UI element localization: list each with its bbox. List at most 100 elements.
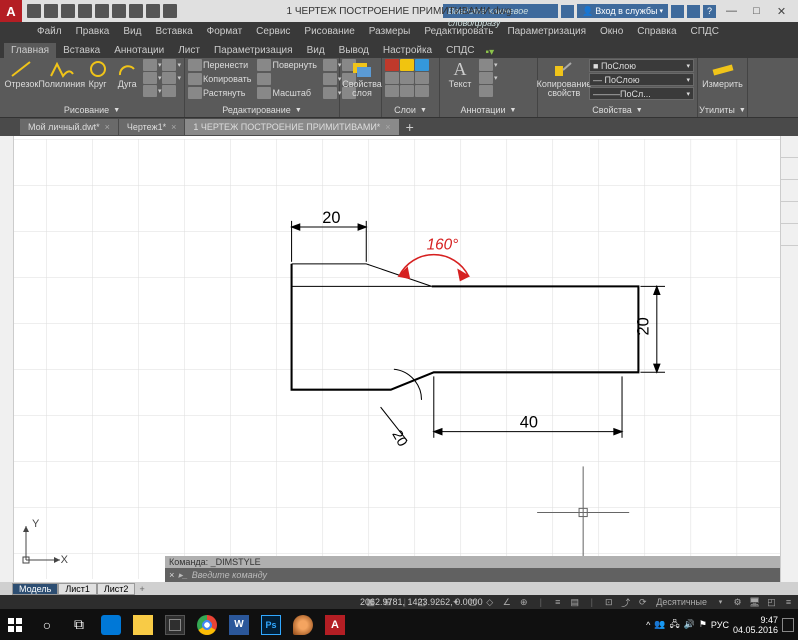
status-sc-icon[interactable]: ⤴ xyxy=(620,597,631,608)
tray-net-icon[interactable]: 🖧 xyxy=(670,617,680,633)
tb-store[interactable] xyxy=(160,609,190,640)
qat-open-icon[interactable] xyxy=(44,4,58,18)
tb-word[interactable]: W xyxy=(224,609,254,640)
layer-icon6[interactable] xyxy=(415,72,429,84)
linetype-dropdown[interactable]: ———ПоСл...▾ xyxy=(589,87,694,100)
tray-flag-icon[interactable]: ⚑ xyxy=(699,619,707,630)
tb-edge[interactable] xyxy=(96,609,126,640)
tray-people-icon[interactable]: 👥 xyxy=(654,619,665,630)
nav-icon[interactable] xyxy=(781,158,798,180)
measure-button[interactable]: Измерить xyxy=(701,59,744,89)
stretch-button[interactable]: Растянуть xyxy=(188,87,251,99)
taskview-icon[interactable]: ⧉ xyxy=(64,609,94,640)
ribbon-tab-home[interactable]: Главная xyxy=(4,43,56,58)
scale-button[interactable]: Масштаб xyxy=(257,87,316,99)
search-icon[interactable]: ○ xyxy=(32,609,62,640)
status-an-icon[interactable]: ⟳ xyxy=(637,597,648,608)
polyline-button[interactable]: Полилиния xyxy=(42,59,82,89)
ribbon-tab-insert[interactable]: Вставка xyxy=(56,43,107,58)
qat-new-icon[interactable] xyxy=(27,4,41,18)
ribbon-tab-annot[interactable]: Аннотации xyxy=(107,43,171,58)
menu-view[interactable]: Вид xyxy=(116,24,148,39)
left-scrollbar[interactable] xyxy=(0,136,14,582)
tray-notif-icon[interactable] xyxy=(782,618,794,632)
menu-file[interactable]: Файл xyxy=(30,24,69,39)
ribbon-tab-view[interactable]: Вид xyxy=(300,43,332,58)
status-monitor-icon[interactable]: 🖥 xyxy=(749,597,760,608)
menu-help[interactable]: Справка xyxy=(630,24,683,39)
nav-icon[interactable] xyxy=(781,224,798,246)
text-button[interactable]: A Текст xyxy=(443,59,477,89)
menu-draw[interactable]: Рисование xyxy=(297,24,361,39)
ribbon-tab-setup[interactable]: Настройка xyxy=(376,43,439,58)
status-custom-icon[interactable]: ≡ xyxy=(783,597,794,608)
tray-lang[interactable]: РУС xyxy=(711,620,729,630)
layer-icon4[interactable] xyxy=(385,72,399,84)
status-otrack-icon[interactable]: ∠ xyxy=(501,597,512,608)
tb-explorer[interactable] xyxy=(128,609,158,640)
table-icon[interactable] xyxy=(479,85,493,97)
tab-layout2[interactable]: Лист2 xyxy=(97,583,136,595)
login-button[interactable]: 👤Вход в службы▾ xyxy=(577,4,668,18)
close-icon[interactable]: × xyxy=(171,122,176,132)
qat-plot-icon[interactable] xyxy=(95,4,109,18)
ribbon-tab-param[interactable]: Параметризация xyxy=(207,43,300,58)
ribbon-bullet-icon[interactable]: ▪▾ xyxy=(486,47,495,58)
trim-icon[interactable] xyxy=(323,59,337,71)
layer-icon3[interactable] xyxy=(415,59,429,71)
rotate-button[interactable]: Повернуть xyxy=(257,59,316,71)
status-3dosnap-icon[interactable]: ◇ xyxy=(484,597,495,608)
layer-icon2[interactable] xyxy=(400,59,414,71)
leader-icon[interactable] xyxy=(479,72,493,84)
nav-icon[interactable] xyxy=(781,180,798,202)
app-icon2[interactable] xyxy=(687,5,700,18)
qat-btn2-icon[interactable] xyxy=(163,4,177,18)
ribbon-tab-sheet[interactable]: Лист xyxy=(171,43,207,58)
tb-autocad[interactable]: A xyxy=(320,609,350,640)
status-qp-icon[interactable]: ⊡ xyxy=(603,597,614,608)
close-icon[interactable]: × xyxy=(105,122,110,132)
filetab-3[interactable]: 1 ЧЕРТЕЖ ПОСТРОЕНИЕ ПРИМИТИВАМИ*× xyxy=(185,119,398,135)
tray-vol-icon[interactable]: 🔊 xyxy=(684,619,695,630)
menu-format[interactable]: Формат xyxy=(200,24,250,39)
qat-redo-icon[interactable] xyxy=(129,4,143,18)
layer-icon7[interactable] xyxy=(385,85,399,97)
draw-icon2[interactable] xyxy=(143,72,157,84)
ribbon-tab-output[interactable]: Вывод xyxy=(332,43,376,58)
filetab-1[interactable]: Мой личный.dwt*× xyxy=(20,119,118,135)
menu-window[interactable]: Окно xyxy=(593,24,630,39)
draw-icon4[interactable] xyxy=(143,85,157,97)
layer-icon5[interactable] xyxy=(400,72,414,84)
qat-saveas-icon[interactable] xyxy=(78,4,92,18)
layer-icon1[interactable] xyxy=(385,59,399,71)
circle-button[interactable]: Круг xyxy=(84,59,112,89)
draw-icon[interactable] xyxy=(162,59,176,71)
maximize-button[interactable]: □ xyxy=(744,2,769,20)
layer-icon9[interactable] xyxy=(415,85,429,97)
status-clean-icon[interactable]: ◰ xyxy=(766,597,777,608)
status-lwt-icon[interactable]: ≡ xyxy=(552,597,563,608)
tab-model[interactable]: Модель xyxy=(12,583,58,595)
menu-edit[interactable]: Правка xyxy=(69,24,117,39)
command-input[interactable]: × ▸_ Введите команду xyxy=(165,568,780,582)
start-button[interactable] xyxy=(0,609,30,640)
tab-layout1[interactable]: Лист1 xyxy=(58,583,97,595)
close-button[interactable]: ✕ xyxy=(769,2,794,20)
move-button[interactable]: Перенести xyxy=(188,59,251,71)
layerprops-button[interactable]: Свойстваслоя xyxy=(343,59,381,98)
menu-param[interactable]: Параметризация xyxy=(500,24,593,39)
tb-chrome[interactable] xyxy=(192,609,222,640)
copy-button[interactable]: Копировать xyxy=(188,73,251,85)
status-units-label[interactable]: Десятичные xyxy=(654,597,709,608)
menu-dim[interactable]: Размеры xyxy=(362,24,418,39)
menu-insert[interactable]: Вставка xyxy=(148,24,199,39)
line-button[interactable]: Отрезок xyxy=(3,59,40,89)
help-icon[interactable]: ? xyxy=(703,5,716,18)
nav-icon[interactable] xyxy=(781,136,798,158)
status-ws-icon[interactable]: ⚙ xyxy=(732,597,743,608)
filetab-2[interactable]: Чертеж1*× xyxy=(119,119,185,135)
draw-rect-icon[interactable] xyxy=(143,59,157,71)
ribbon-tab-spds[interactable]: СПДС xyxy=(439,43,481,58)
mirror-button[interactable] xyxy=(257,73,316,85)
tb-ps[interactable]: Ps xyxy=(256,609,286,640)
